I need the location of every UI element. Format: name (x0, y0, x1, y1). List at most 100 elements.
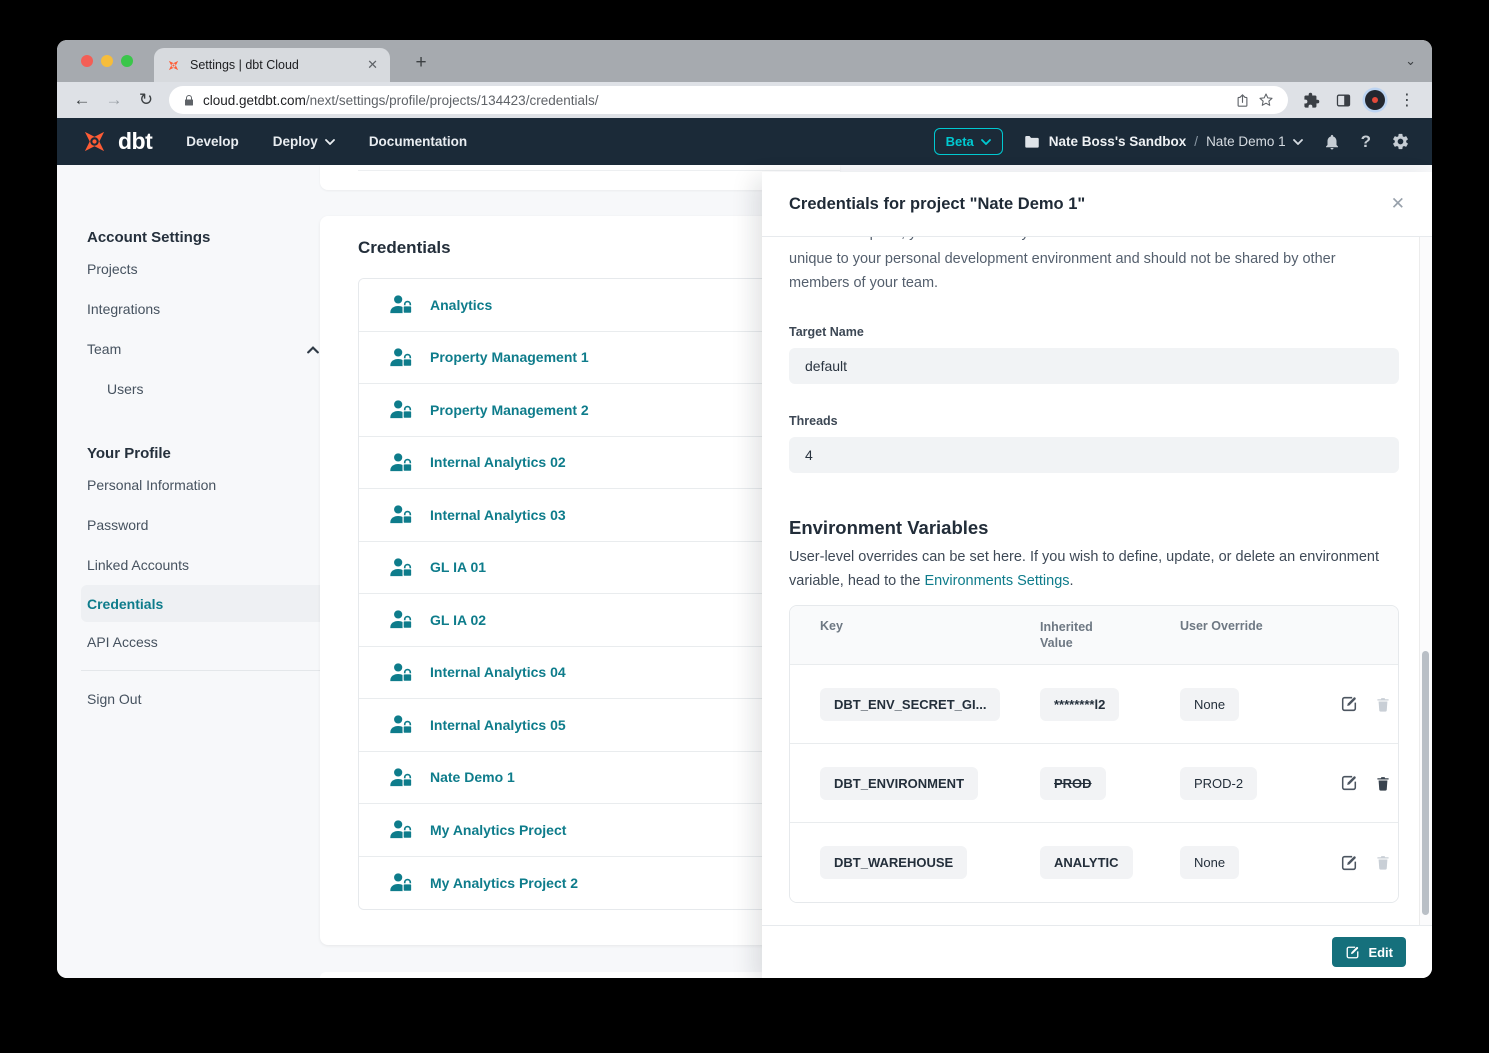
dbt-favicon-icon (166, 58, 181, 73)
new-tab-button[interactable]: + (407, 49, 435, 77)
browser-tab[interactable]: Settings | dbt Cloud ✕ (154, 48, 390, 82)
credential-name: GL IA 02 (430, 612, 486, 628)
user-lock-icon (389, 504, 414, 525)
back-button[interactable]: ← (67, 85, 97, 115)
sidebar-item-team[interactable]: Team (81, 329, 331, 369)
threads-label: Threads (789, 414, 1405, 428)
table-row: DBT_ENVIRONMENT PROD PROD-2 (790, 744, 1398, 823)
sidebar-item-users[interactable]: Users (81, 369, 331, 409)
share-icon[interactable] (1235, 93, 1250, 108)
sidebar-item-integrations[interactable]: Integrations (81, 289, 331, 329)
nav-item-documentation[interactable]: Documentation (369, 134, 467, 149)
edit-icon[interactable] (1340, 774, 1358, 792)
bookmark-star-icon[interactable] (1258, 92, 1274, 108)
credential-name: My Analytics Project 2 (430, 875, 578, 891)
minimize-window-button[interactable] (101, 55, 113, 67)
notifications-bell-icon[interactable] (1323, 133, 1341, 151)
reload-button[interactable]: ↻ (131, 85, 161, 115)
user-lock-icon (389, 819, 414, 840)
column-header-actions (1340, 619, 1368, 651)
side-panel-icon[interactable] (1328, 85, 1358, 115)
chevron-down-icon (325, 139, 335, 145)
modal-footer: Edit (762, 925, 1432, 978)
tab-search-chevron-icon[interactable]: ⌄ (1405, 53, 1416, 69)
beta-dropdown[interactable]: Beta (934, 128, 1003, 155)
description-clipped-line: In this workspace, you'll need to set yo… (789, 237, 1389, 244)
sidebar-item-password[interactable]: Password (81, 505, 331, 545)
profile-avatar[interactable] (1365, 90, 1385, 110)
credential-name: Property Management 1 (430, 349, 589, 365)
env-var-key-chip: DBT_ENV_SECRET_GI... (820, 688, 1000, 721)
breadcrumb-project-dropdown[interactable]: Nate Demo 1 (1206, 134, 1303, 149)
column-header-user-override: User Override (1180, 619, 1340, 651)
edit-icon[interactable] (1340, 854, 1358, 872)
credential-name: Nate Demo 1 (430, 769, 515, 785)
credential-name: Internal Analytics 05 (430, 717, 566, 733)
delete-icon (1375, 696, 1391, 713)
sidebar-item-label: Sign Out (87, 691, 141, 707)
dbt-logo[interactable]: dbt (79, 126, 152, 157)
breadcrumb-account[interactable]: Nate Boss's Sandbox (1049, 134, 1187, 149)
settings-gear-icon[interactable] (1391, 132, 1410, 151)
sidebar-item-label: Projects (87, 261, 138, 277)
tab-close-icon[interactable]: ✕ (367, 57, 378, 73)
sidebar-item-label: Team (87, 341, 121, 357)
sidebar-section-your-profile: Your Profile (81, 441, 331, 465)
tab-strip: Settings | dbt Cloud ✕ + ⌄ (57, 40, 1432, 82)
modal-scrollbar-thumb[interactable] (1422, 651, 1429, 915)
extensions-icon[interactable] (1296, 85, 1326, 115)
zoom-window-button[interactable] (121, 55, 133, 67)
env-desc-suffix: . (1070, 573, 1074, 589)
dbt-logo-text: dbt (118, 128, 152, 155)
credential-name: Property Management 2 (430, 402, 589, 418)
modal-body: In this workspace, you'll need to set yo… (762, 237, 1432, 925)
credentials-modal: Credentials for project "Nate Demo 1" ✕ … (762, 172, 1432, 978)
user-lock-icon (389, 767, 414, 788)
credential-name: GL IA 01 (430, 559, 486, 575)
edit-icon (1345, 945, 1360, 960)
sidebar-item-linked-accounts[interactable]: Linked Accounts (81, 545, 331, 585)
close-window-button[interactable] (81, 55, 93, 67)
edit-icon[interactable] (1340, 695, 1358, 713)
close-icon[interactable]: ✕ (1391, 194, 1405, 214)
browser-menu-icon[interactable]: ⋮ (1392, 85, 1422, 115)
table-header-row: Key Inherited Value User Override (790, 606, 1398, 665)
threads-input[interactable]: 4 (789, 437, 1399, 473)
sidebar-item-personal-information[interactable]: Personal Information (81, 465, 331, 505)
url-text: cloud.getdbt.com/next/settings/profile/p… (203, 93, 1227, 108)
sidebar-item-credentials[interactable]: Credentials (81, 585, 331, 622)
user-lock-icon (389, 609, 414, 630)
environment-variables-heading: Environment Variables (789, 517, 1405, 539)
environments-settings-link[interactable]: Environments Settings (924, 573, 1069, 589)
page-content: Account Settings Projects Integrations T… (57, 165, 1432, 978)
column-header-key: Key (820, 619, 1040, 651)
sidebar-item-label: Linked Accounts (87, 557, 189, 573)
env-var-key-chip: DBT_WAREHOUSE (820, 846, 967, 879)
sidebar-item-sign-out[interactable]: Sign Out (81, 679, 331, 719)
address-bar[interactable]: cloud.getdbt.com/next/settings/profile/p… (169, 86, 1288, 114)
nav-item-develop[interactable]: Develop (186, 134, 239, 149)
sidebar-item-label: Password (87, 517, 148, 533)
nav-right-cluster: Beta Nate Boss's Sandbox / Nate Demo 1 ? (934, 128, 1410, 155)
breadcrumb: Nate Boss's Sandbox / Nate Demo 1 (1023, 133, 1303, 151)
folder-icon (1023, 133, 1041, 151)
delete-icon[interactable] (1375, 775, 1391, 792)
help-icon[interactable]: ? (1361, 132, 1371, 152)
sidebar-item-label: Credentials (87, 596, 163, 612)
credential-name: Internal Analytics 02 (430, 454, 566, 470)
nav-item-deploy[interactable]: Deploy (273, 134, 335, 149)
edit-button[interactable]: Edit (1332, 937, 1406, 967)
forward-button[interactable]: → (99, 85, 129, 115)
beta-label: Beta (946, 134, 974, 149)
dbt-logo-icon (79, 126, 110, 157)
chevron-up-icon (307, 341, 319, 357)
breadcrumb-project-label: Nate Demo 1 (1206, 134, 1286, 149)
description-clipped-text: In this workspace, you'll need to set yo… (789, 237, 1389, 244)
modal-scrollbar-track[interactable] (1419, 237, 1432, 925)
target-name-input[interactable]: default (789, 348, 1399, 384)
sidebar-item-projects[interactable]: Projects (81, 249, 331, 289)
browser-window: Settings | dbt Cloud ✕ + ⌄ ← → ↻ cloud.g… (57, 40, 1432, 978)
sidebar-item-api-access[interactable]: API Access (81, 622, 331, 662)
table-row: DBT_WAREHOUSE ANALYTIC None (790, 823, 1398, 902)
table-row: DBT_ENV_SECRET_GI... ********l2 None (790, 665, 1398, 744)
